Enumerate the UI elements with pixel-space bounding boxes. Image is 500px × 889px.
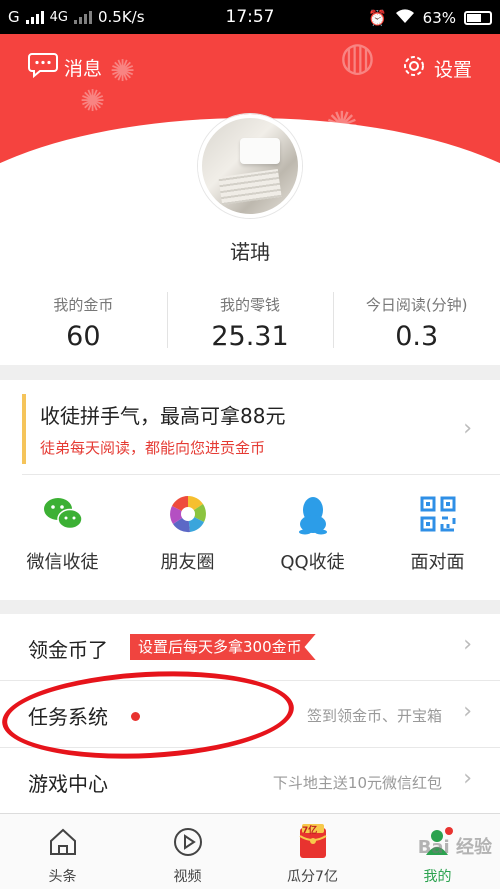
settings-label: 设置 [433,59,472,81]
settings-button[interactable]: 设置 [400,52,472,85]
play-icon [125,824,250,860]
firework-decoration-icon-3: ✺ [325,104,359,150]
stats-row: 我的金币 60 我的零钱 25.31 今日阅读(分钟) 0.3 [0,290,500,358]
message-icon [28,52,58,83]
recruit-title: 收徒拼手气，最高可拿88元 [40,404,286,428]
list-item-detail: 下斗地主送10元微信红包 [272,774,442,792]
tab-share-prize[interactable]: 7亿 瓜分7亿 [250,814,375,889]
tab-headlines[interactable]: 头条 [0,814,125,889]
share-wechat[interactable]: 微信收徒 [0,492,125,574]
share-qq[interactable]: QQ收徒 [250,492,375,574]
share-label: 朋友圈 [160,552,215,573]
list-item-title: 领金币了 [28,638,108,662]
recruit-subtitle: 徒弟每天阅读，都能向您进贡金币 [40,439,266,457]
share-label: 面对面 [410,552,465,573]
stat-change[interactable]: 我的零钱 25.31 [166,290,334,358]
wechat-icon [41,492,85,536]
chevron-right-icon: › [463,699,472,724]
chevron-right-icon: › [463,632,472,657]
tab-video[interactable]: 视频 [125,814,250,889]
stat-value: 0.3 [395,321,439,352]
wifi-icon [395,8,415,28]
messages-label: 消息 [64,58,103,80]
list-item-detail: 签到领金币、开宝箱 [306,707,442,725]
tab-label: 瓜分7亿 [287,869,338,885]
recruit-section: 收徒拼手气，最高可拿88元 徒弟每天阅读，都能向您进贡金币 › 微信收徒 朋友圈… [0,380,500,600]
stat-label: 我的零钱 [220,296,281,314]
list-item-coins[interactable]: 领金币了 设置后每天多拿300金币 › [0,614,500,681]
red-envelope-icon: 7亿 [250,824,375,860]
avatar[interactable] [198,114,302,218]
stat-reading[interactable]: 今日阅读(分钟) 0.3 [333,290,500,358]
stat-label: 我的金币 [53,296,114,314]
stat-coins[interactable]: 我的金币 60 [0,290,167,358]
share-face-to-face[interactable]: 面对面 [375,492,500,574]
chevron-right-icon: › [463,416,472,441]
qrcode-icon [416,492,460,536]
alarm-icon: ⏰ [367,9,387,27]
promo-tag: 设置后每天多拿300金币 [130,634,316,660]
share-moments[interactable]: 朋友圈 [125,492,250,574]
home-icon [0,824,125,860]
battery-icon [464,11,492,25]
chevron-right-icon: › [463,766,472,791]
stat-label: 今日阅读(分钟) [365,296,468,314]
firework-decoration-icon: ✺ [110,54,136,89]
tab-label: 头条 [48,869,77,885]
moments-icon [166,492,210,536]
list-item-title: 游戏中心 [28,772,108,796]
watermark: Bai 经验 [417,837,492,858]
divider [22,474,500,475]
share-options: 微信收徒 朋友圈 QQ收徒 面对面 [0,492,500,574]
lantern-decoration-icon: ◍ [340,34,375,80]
stat-value: 60 [66,321,101,352]
share-label: QQ收徒 [280,552,345,573]
messages-button[interactable]: 消息 [28,52,102,83]
status-right: ⏰ 63% [368,8,492,28]
username: 诺珃 [0,236,500,265]
tab-label: 视频 [173,869,202,885]
gear-icon [400,52,428,85]
recruit-banner[interactable]: 收徒拼手气，最高可拿88元 徒弟每天阅读，都能向您进贡金币 [22,394,478,464]
tab-label: 我的 [423,869,452,885]
firework-decoration-icon-2: ✺ [80,84,106,119]
prize-badge: 7亿 [302,826,318,836]
qq-icon [291,492,335,536]
battery-percent: 63% [422,9,456,27]
status-bar: G 4G 0.5K/s 17:57 ⏰ 63% [0,0,500,34]
share-label: 微信收徒 [26,552,99,573]
list-item-games[interactable]: 游戏中心 下斗地主送10元微信红包 › [0,748,500,815]
stat-value: 25.31 [211,321,289,352]
